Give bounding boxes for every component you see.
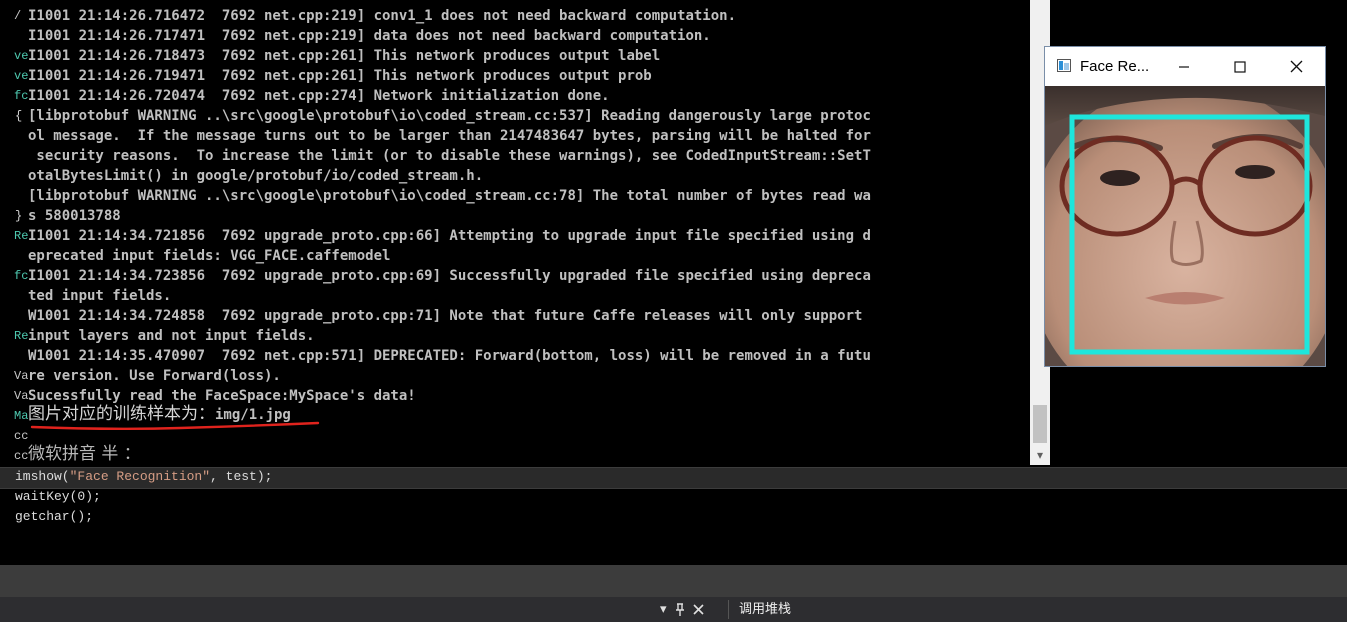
panel-controls: ▾	[660, 597, 704, 622]
app-icon	[1057, 59, 1071, 72]
scroll-thumb[interactable]	[1033, 405, 1047, 443]
minimize-icon	[1179, 65, 1189, 68]
ime-status: 微软拼音 半 ：	[28, 444, 141, 464]
code-line[interactable]: getchar();	[15, 507, 93, 527]
console-line: [libprotobuf WARNING ..\src\google\proto…	[28, 188, 871, 204]
red-underline-annotation	[30, 421, 320, 430]
gutter-fragment: cc	[14, 429, 28, 443]
gutter-fragment: cc	[14, 449, 28, 463]
face-recognition-window[interactable]: Face Re...	[1044, 46, 1326, 367]
editor-bottom-area	[0, 565, 1347, 597]
console-line: I1001 21:14:26.719471 7692 net.cpp:261] …	[28, 68, 652, 84]
console-line: otalBytesLimit() in google/protobuf/io/c…	[28, 168, 484, 184]
console-line: eprecated input fields: VGG_FACE.caffemo…	[28, 248, 391, 264]
close-icon	[1290, 60, 1302, 73]
console-line: ted input fields.	[28, 288, 172, 304]
console-line: I1001 21:14:26.718473 7692 net.cpp:261] …	[28, 48, 661, 64]
console-line: W1001 21:14:34.724858 7692 upgrade_proto…	[28, 308, 863, 324]
close-button[interactable]	[1273, 47, 1319, 86]
tab-call-stack[interactable]: 调用堆栈	[739, 597, 791, 622]
maximize-icon	[1234, 60, 1246, 73]
camera-image	[1045, 86, 1325, 366]
gutter-fragment: ve	[14, 49, 28, 63]
console-line: I1001 21:14:34.723856 7692 upgrade_proto…	[28, 268, 871, 284]
code-line[interactable]: imshow("Face Recognition", test);	[15, 467, 272, 487]
code-text: , test);	[210, 469, 273, 484]
gutter-fragment: Ma	[14, 409, 28, 423]
console-line: Sucessfully read the FaceSpace:MySpace's…	[28, 388, 416, 404]
panel-divider	[728, 600, 729, 619]
dropdown-arrow-icon[interactable]: ▾	[660, 602, 667, 617]
gutter-fragment: {	[15, 109, 23, 123]
gutter-fragment: ve	[14, 69, 28, 83]
code-text: waitKey(0);	[15, 489, 101, 504]
minimize-button[interactable]	[1161, 47, 1207, 86]
code-text: getchar();	[15, 509, 94, 524]
console-line: re version. Use Forward(loss).	[28, 368, 281, 384]
console-line: input layers and not input fields.	[28, 328, 315, 344]
gutter-fragment: Va	[14, 369, 28, 383]
scroll-down-arrow-icon[interactable]: ▾	[1030, 445, 1050, 465]
console-line: [libprotobuf WARNING ..\src\google\proto…	[28, 108, 871, 124]
gutter-fragment: fc	[14, 89, 28, 103]
gutter-fragment: fc	[14, 269, 28, 283]
close-icon[interactable]	[692, 604, 704, 615]
console-output[interactable]: I1001 21:14:26.716472 7692 net.cpp:219] …	[28, 0, 1028, 465]
code-line[interactable]: waitKey(0);	[15, 487, 101, 507]
code-text: imshow(	[15, 469, 70, 484]
window-title: Face Re...	[1080, 58, 1150, 75]
gutter-fragment: /	[14, 9, 22, 23]
face-photo	[1045, 86, 1325, 366]
gutter-fragment: Re	[14, 229, 28, 243]
gutter-fragment: Va	[14, 389, 28, 403]
maximize-button[interactable]	[1217, 47, 1263, 86]
console-line: I1001 21:14:26.717471 7692 net.cpp:219] …	[28, 28, 711, 44]
tool-window-tab-bar: ▾ 调用堆栈	[0, 597, 1347, 622]
console-line: W1001 21:14:35.470907 7692 net.cpp:571] …	[28, 348, 871, 364]
gutter-fragment: Re	[14, 329, 28, 343]
gutter-fragment: }	[15, 209, 23, 223]
console-line: I1001 21:14:34.721856 7692 upgrade_proto…	[28, 228, 871, 244]
console-line: I1001 21:14:26.720474 7692 net.cpp:274] …	[28, 88, 610, 104]
console-line: ol message. If the message turns out to …	[28, 128, 871, 144]
console-line: s 580013788	[28, 208, 121, 224]
console-line: I1001 21:14:26.716472 7692 net.cpp:219] …	[28, 8, 737, 24]
console-line: security reasons. To increase the limit …	[28, 148, 871, 164]
code-editor[interactable]: imshow("Face Recognition", test); waitKe…	[0, 465, 1347, 565]
code-string-literal: "Face Recognition"	[69, 469, 211, 484]
pin-icon[interactable]	[675, 602, 685, 617]
window-titlebar[interactable]: Face Re...	[1045, 47, 1325, 86]
code-editor-gutter: / ve ve fc { } Re fc Re Va Va Ma cc cc	[0, 0, 28, 465]
